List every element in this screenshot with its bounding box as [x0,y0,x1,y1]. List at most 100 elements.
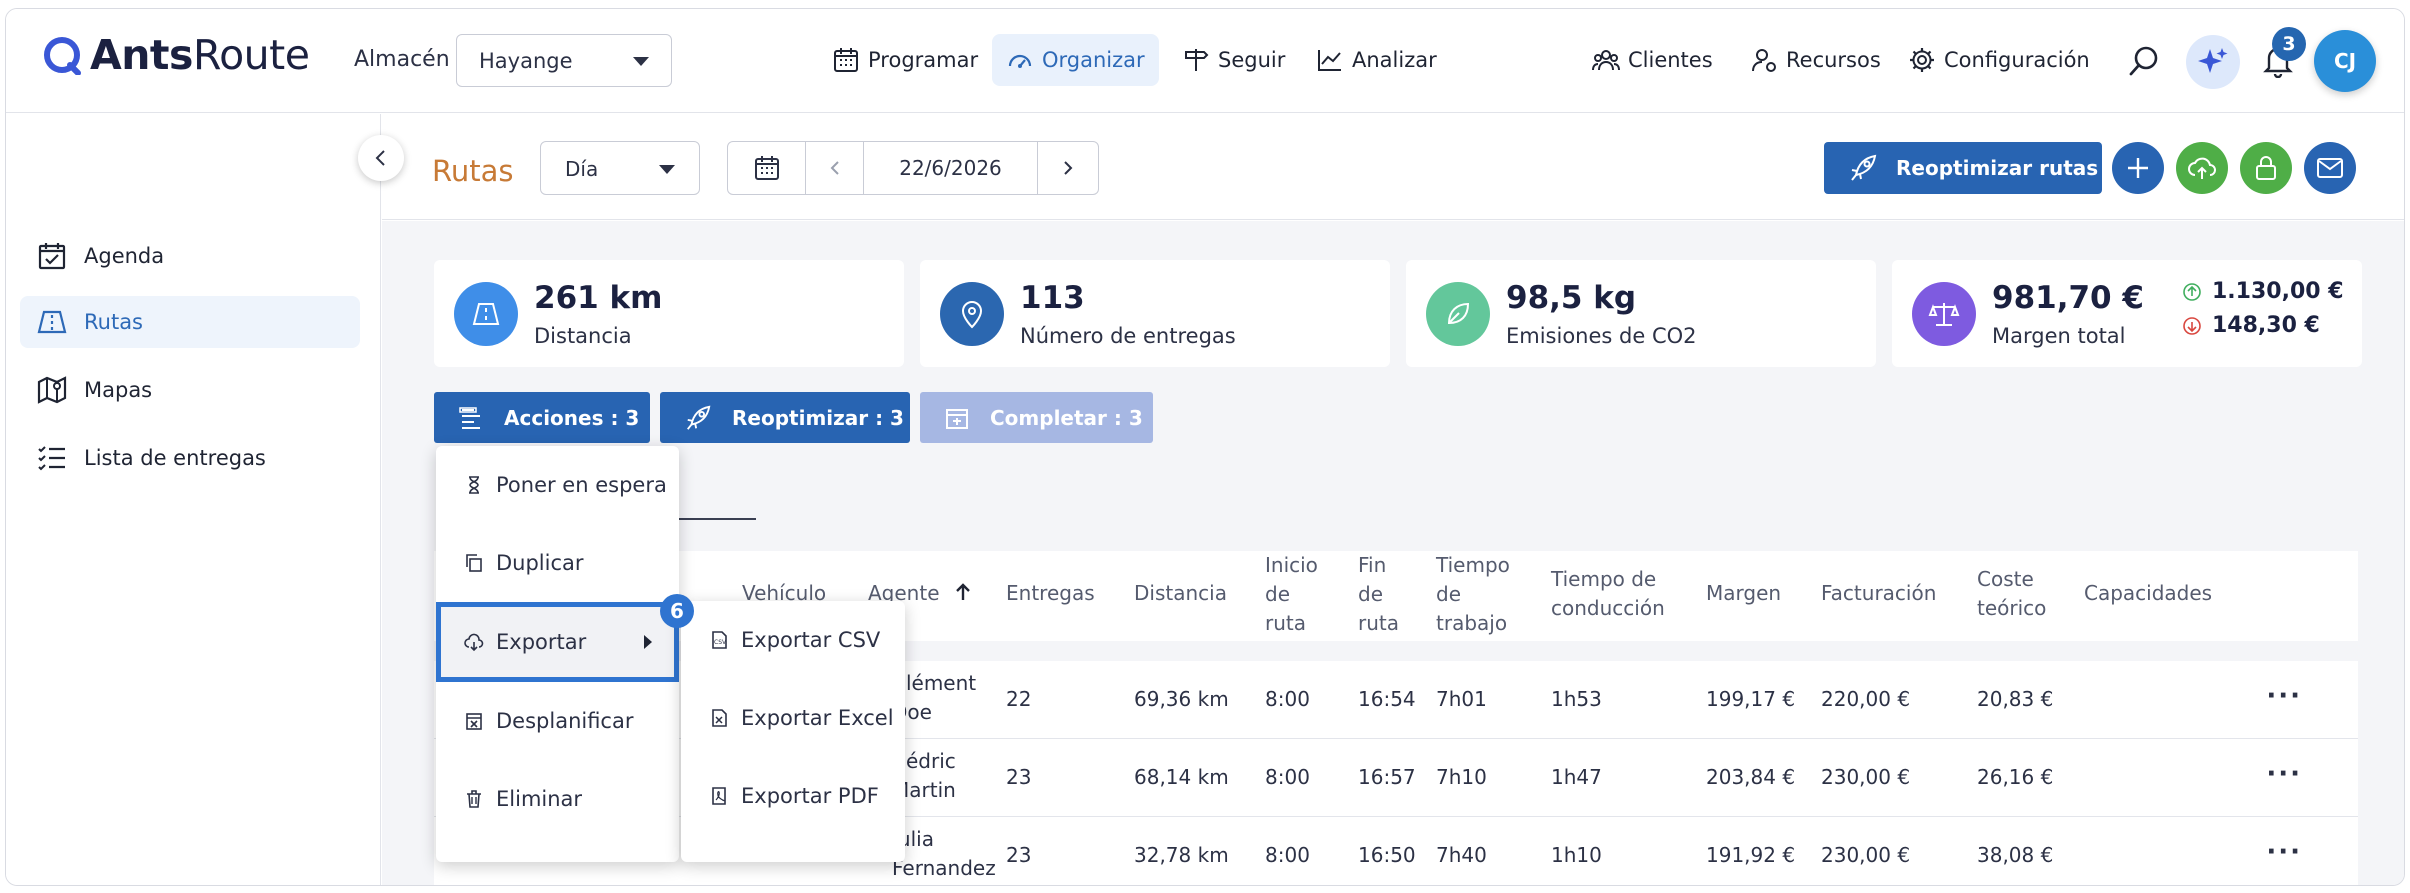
col-inicio-l3: ruta [1265,611,1306,635]
date-value[interactable]: 22/6/2026 [864,142,1038,194]
complete-icon [946,408,968,429]
hourglass-icon [469,476,479,494]
kpi-margin: 981,70 € Margen total 1.130,00 € 148,30 … [1892,260,2362,367]
nav-label: Seguir [1218,48,1286,72]
cell-entregas: 23 [1006,843,1032,867]
menu-item-desplanificar[interactable]: Desplanificar [436,682,679,760]
cloud-upload-icon [2188,157,2216,179]
col-coste[interactable]: Coste teórico [1977,565,2046,623]
view-select[interactable]: Día [540,141,700,195]
ai-assistant-button[interactable] [2186,35,2240,89]
more-options-icon[interactable]: ··· [2266,837,2302,867]
sidebar-item-label: Lista de entregas [84,446,266,470]
cell-inicio: 8:00 [1265,765,1310,789]
sidebar-item-rutas[interactable]: Rutas [20,296,360,348]
copy-icon [466,554,482,572]
sidebar-item-label: Agenda [84,244,165,268]
svg-text:CSV: CSV [714,639,727,646]
calendar-icon [834,48,858,72]
upload-button[interactable] [2176,142,2228,194]
gauge-icon [1008,54,1032,68]
sidebar-item-agenda[interactable]: Agenda [20,230,360,282]
completar-label: Completar : 3 [990,405,1143,430]
menu-item-eliminar[interactable]: Eliminar [436,760,679,838]
prev-day-button[interactable] [806,142,864,194]
cell-trabajo: 7h01 [1436,687,1487,711]
next-day-button[interactable] [1038,142,1098,194]
actions-icon [459,406,480,429]
arrow-up-circle-icon [2183,282,2201,301]
cell-trabajo: 7h40 [1436,843,1487,867]
submenu-item-label: Exportar CSV [741,628,881,652]
almacen-select[interactable]: Hayange [456,34,672,87]
reoptimize-routes-button[interactable]: Reoptimizar rutas [1824,142,2102,194]
nav-seguir[interactable]: Seguir [1168,34,1299,86]
collapse-sidebar-button[interactable] [358,135,404,181]
submenu-item-export-csv[interactable]: CSV Exportar CSV [681,601,905,679]
logo[interactable]: AntsRoute [42,31,310,79]
col-capacidades[interactable]: Capacidades [2084,579,2212,608]
menu-item-label: Eliminar [496,787,583,811]
col-distancia[interactable]: Distancia [1134,579,1227,608]
menu-item-duplicar[interactable]: Duplicar [436,524,679,602]
nav-programar[interactable]: Programar [818,34,992,86]
acciones-label: Acciones : 3 [504,405,640,430]
cell-entregas: 22 [1006,687,1032,711]
more-options-icon[interactable]: ··· [2266,759,2302,789]
gear-icon [1910,48,1934,72]
submenu-item-export-pdf[interactable]: Exportar PDF [681,757,905,835]
completar-button[interactable]: Completar : 3 [920,392,1153,443]
nav-clientes[interactable]: Clientes [1578,34,1727,86]
cell-trabajo: 7h10 [1436,765,1487,789]
mail-icon [2317,158,2343,178]
nav-recursos[interactable]: Recursos [1736,34,1895,86]
nav-label: Analizar [1352,48,1437,72]
kpi-label: Número de entregas [1020,324,1236,348]
kpi-value: 98,5 kg [1506,280,1637,316]
col-facturacion[interactable]: Facturación [1821,579,1936,608]
more-options-icon[interactable]: ··· [2266,681,2302,711]
leaf-icon [1426,282,1490,346]
add-route-button[interactable] [2112,142,2164,194]
col-fin[interactable]: Fin de ruta [1358,551,1399,638]
nav-configuracion[interactable]: Configuración [1894,34,2104,86]
logo-text-light: Route [192,31,310,79]
location-pin-icon [940,282,1004,346]
acciones-button[interactable]: Acciones : 3 [434,392,650,443]
sidebar-item-mapas[interactable]: Mapas [20,364,360,416]
caret-down-icon [633,57,649,66]
sidebar-item-label: Mapas [84,378,153,402]
col-entregas[interactable]: Entregas [1006,579,1095,608]
agent-first: Julia [892,827,934,851]
menu-item-poner-en-espera[interactable]: Poner en espera [436,446,679,524]
cell-coste: 20,83 € [1977,687,2054,711]
menu-item-exportar[interactable]: Exportar [436,602,679,682]
email-button[interactable] [2304,142,2356,194]
sidebar-item-lista-entregas[interactable]: Lista de entregas [20,432,360,484]
calendar-button[interactable] [728,142,806,194]
routes-toolbar: Rutas Día 22/6/2026 Reoptimizar rutas [382,114,2404,220]
resources-icon [1752,49,1776,72]
map-icon [37,376,67,404]
col-tiempo-trabajo[interactable]: Tiempo de trabajo [1436,551,1510,638]
margin-down: 148,30 € [2182,313,2320,338]
avatar[interactable]: CJ [2314,30,2376,92]
reoptimizar-button[interactable]: Reoptimizar : 3 [660,392,910,443]
search-button[interactable] [2122,39,2166,83]
col-coste-l2: teórico [1977,596,2047,620]
submenu-item-export-excel[interactable]: Exportar Excel [681,679,905,757]
lock-button[interactable] [2240,142,2292,194]
col-inicio[interactable]: Inicio de ruta [1265,551,1318,638]
col-tt-l3: trabajo [1436,611,1508,635]
signpost-icon [1185,49,1209,71]
nav-analizar[interactable]: Analizar [1302,34,1451,86]
nav-organizar[interactable]: Organizar [992,34,1159,86]
step-badge: 6 [660,594,694,628]
col-margen[interactable]: Margen [1706,579,1781,608]
submenu-item-label: Exportar PDF [741,784,879,808]
cell-facturacion: 230,00 € [1821,843,1911,867]
cell-distancia: 69,36 km [1134,687,1229,711]
col-tiempo-conduccion[interactable]: Tiempo de conducción [1551,565,1665,623]
col-inicio-l1: Inicio [1265,553,1318,577]
margin-up-value: 1.130,00 € [2212,279,2344,304]
